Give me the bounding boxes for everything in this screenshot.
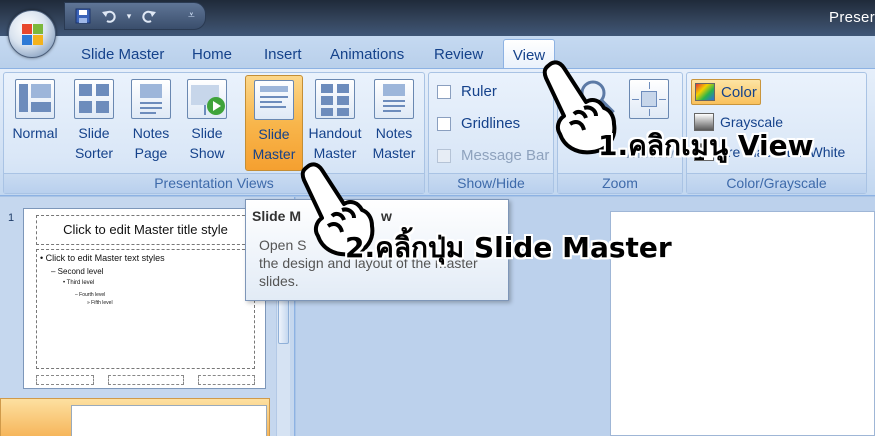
message-bar-checkbox-box bbox=[437, 148, 451, 163]
annotation-step-1: 1.คลิกเมนู View bbox=[598, 129, 814, 162]
layout-thumbnail-selected[interactable] bbox=[0, 398, 270, 436]
group-show-hide: Ruler Gridlines Message Bar Show/Hide bbox=[428, 72, 554, 194]
zoom-group-label: Zoom bbox=[558, 173, 682, 193]
slide-sorter-label-2: Sorter bbox=[74, 145, 114, 161]
slide-show-label-2: Show bbox=[189, 145, 225, 161]
notes-master-label-1: Notes bbox=[375, 125, 413, 141]
notes-page-button[interactable]: Notes Page bbox=[122, 75, 180, 171]
color-swatch-icon bbox=[695, 83, 715, 101]
color-grayscale-group-label: Color/Grayscale bbox=[687, 173, 866, 193]
gridlines-checkbox[interactable]: Gridlines bbox=[437, 115, 520, 132]
master-title-placeholder: Click to edit Master title style bbox=[36, 215, 255, 245]
tab-slide-master[interactable]: Slide Master bbox=[81, 46, 164, 63]
normal-view-button[interactable]: Normal bbox=[6, 75, 64, 171]
fit-to-window-icon bbox=[629, 79, 669, 119]
gridlines-label: Gridlines bbox=[461, 115, 521, 132]
tab-home[interactable]: Home bbox=[192, 46, 232, 63]
notes-page-icon bbox=[131, 79, 171, 119]
message-bar-label: Message Bar bbox=[461, 147, 550, 164]
slide-master-label-1: Slide bbox=[258, 126, 290, 142]
slide-sorter-icon bbox=[74, 79, 114, 119]
undo-dropdown-icon[interactable]: ▾ bbox=[125, 6, 133, 26]
window-title: Preser bbox=[829, 9, 875, 26]
gridlines-checkbox-box[interactable] bbox=[437, 116, 451, 131]
quick-access-toolbar: ▾ bbox=[64, 2, 206, 30]
slide-sorter-label-1: Slide bbox=[78, 125, 110, 141]
notes-master-button[interactable]: Notes Master bbox=[365, 75, 423, 171]
ruler-checkbox-box[interactable] bbox=[437, 84, 451, 99]
level-3-text: • Third level bbox=[63, 280, 95, 286]
handout-master-label-1: Handout bbox=[308, 125, 362, 141]
ruler-checkbox[interactable]: Ruler bbox=[437, 83, 497, 100]
level-4-text: – Fourth level bbox=[75, 292, 106, 298]
office-logo-icon bbox=[22, 24, 44, 46]
level-2-text: – Second level bbox=[51, 267, 104, 276]
normal-view-label-1: Normal bbox=[12, 125, 58, 141]
message-bar-checkbox: Message Bar bbox=[437, 147, 549, 164]
color-button[interactable]: Color bbox=[691, 79, 761, 105]
tab-animations[interactable]: Animations bbox=[330, 46, 404, 63]
slide-master-button[interactable]: Slide Master bbox=[245, 75, 303, 171]
slide-show-icon bbox=[187, 79, 227, 119]
slide-master-icon bbox=[254, 80, 294, 120]
redo-icon[interactable] bbox=[139, 6, 159, 26]
notes-page-label-2: Page bbox=[134, 145, 168, 161]
master-slide-thumbnail[interactable]: Click to edit Master title style • Click… bbox=[23, 208, 266, 389]
slide-number-placeholder bbox=[198, 375, 255, 385]
notes-page-label-1: Notes bbox=[132, 125, 170, 141]
level-5-text: » Fifth level bbox=[87, 300, 113, 306]
slide-number: 1 bbox=[8, 212, 15, 224]
title-bar: ▾ ⩡ Preser bbox=[0, 0, 875, 36]
master-body-placeholder: • Click to edit Master text styles – Sec… bbox=[36, 249, 255, 369]
slide-show-label-1: Slide bbox=[191, 125, 223, 141]
level-1-text: • Click to edit Master text styles bbox=[40, 253, 165, 263]
slide-show-button[interactable]: Slide Show bbox=[178, 75, 236, 171]
layout-thumbnail-preview bbox=[71, 405, 267, 436]
notes-master-icon bbox=[374, 79, 414, 119]
handout-master-icon bbox=[315, 79, 355, 119]
slide-sorter-button[interactable]: Slide Sorter bbox=[65, 75, 123, 171]
ruler-label: Ruler bbox=[461, 83, 497, 100]
undo-icon[interactable] bbox=[99, 6, 119, 26]
ribbon-tab-bar: Slide Master Home Insert Animations Revi… bbox=[0, 36, 875, 71]
annotation-step-2: 2.คลิ้กปุ่ม Slide Master bbox=[345, 231, 672, 264]
date-placeholder bbox=[36, 375, 94, 385]
color-label: Color bbox=[721, 83, 757, 101]
tooltip-body-line-3: slides. bbox=[259, 273, 299, 289]
customize-qat-icon[interactable]: ⩡ bbox=[188, 8, 195, 23]
slide-master-label-2: Master bbox=[252, 146, 296, 162]
save-icon[interactable] bbox=[73, 6, 93, 26]
tab-insert[interactable]: Insert bbox=[264, 46, 302, 63]
handout-master-button[interactable]: Handout Master bbox=[304, 75, 366, 171]
normal-view-icon bbox=[15, 79, 55, 119]
office-button[interactable] bbox=[8, 10, 56, 58]
show-hide-group-label: Show/Hide bbox=[429, 173, 553, 193]
tab-review[interactable]: Review bbox=[434, 46, 483, 63]
footer-placeholder bbox=[108, 375, 184, 385]
